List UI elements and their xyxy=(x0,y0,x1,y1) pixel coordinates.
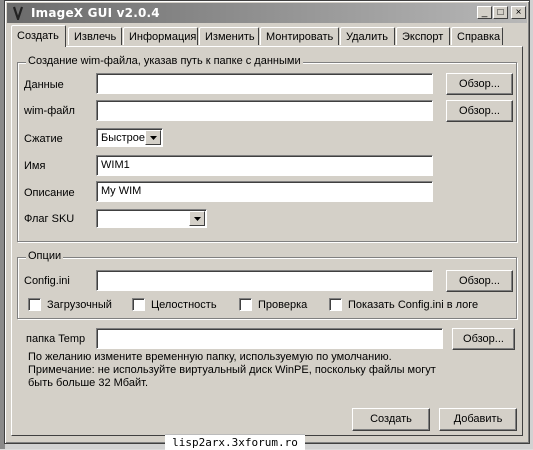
verify-label: Проверка xyxy=(258,298,308,311)
tab-mount[interactable]: Монтировать xyxy=(260,27,339,45)
app-icon xyxy=(11,6,25,23)
tab-delete[interactable]: Удалить xyxy=(340,27,395,45)
tab-extract[interactable]: Извлечь xyxy=(68,27,122,45)
description-label: Описание xyxy=(24,187,75,199)
config-ini-input[interactable] xyxy=(96,270,433,291)
maximize-icon: □ xyxy=(497,6,504,18)
temp-folder-label: папка Temp xyxy=(26,333,86,345)
temp-browse-button[interactable]: Обзор... xyxy=(452,328,515,350)
wim-file-label: wim-файл xyxy=(24,105,75,117)
wim-file-input[interactable] xyxy=(96,100,433,121)
add-button[interactable]: Добавить xyxy=(439,408,517,431)
sku-flag-label: Флаг SKU xyxy=(24,213,75,225)
tab-info[interactable]: Информация xyxy=(123,27,198,45)
show-config-label: Показать Config.ini в логе xyxy=(348,298,479,311)
config-browse-button[interactable]: Обзор... xyxy=(446,270,513,292)
data-browse-button[interactable]: Обзор... xyxy=(446,73,513,95)
bootable-checkbox[interactable]: Загрузочный xyxy=(28,298,112,311)
checkbox-box[interactable] xyxy=(329,298,342,311)
chevron-down-icon[interactable] xyxy=(189,211,205,226)
options-group-legend: Опции xyxy=(26,250,64,262)
tab-create[interactable]: Создать xyxy=(11,25,66,47)
minimize-icon: _ xyxy=(481,6,488,18)
window-title: ImageX GUI v2.0.4 xyxy=(31,6,160,20)
watermark-text: lisp2arx.3xforum.ro xyxy=(165,434,305,450)
compression-label: Сжатие xyxy=(24,133,63,145)
temp-folder-input[interactable] xyxy=(96,328,443,349)
data-label: Данные xyxy=(24,79,64,91)
create-group-legend: Создание wim-файла, указав путь к папке … xyxy=(26,55,303,67)
close-icon: × xyxy=(515,6,522,18)
sku-flag-select[interactable] xyxy=(96,209,207,228)
main-window: ImageX GUI v2.0.4 _ □ × Создать Извлечь … xyxy=(4,0,530,444)
config-ini-label: Config.ini xyxy=(24,275,70,287)
show-config-checkbox[interactable]: Показать Config.ini в логе xyxy=(329,298,478,311)
note-line: По желанию измените временную папку, исп… xyxy=(28,351,392,363)
tab-export[interactable]: Экспорт xyxy=(396,27,450,45)
chevron-down-icon[interactable] xyxy=(145,130,161,145)
create-button[interactable]: Создать xyxy=(352,408,430,431)
tab-help[interactable]: Справка xyxy=(451,27,503,45)
description-input[interactable]: My WIM xyxy=(96,181,433,202)
close-button[interactable]: × xyxy=(511,6,526,19)
checkbox-box[interactable] xyxy=(28,298,41,311)
integrity-label: Целостность xyxy=(151,298,217,311)
checkbox-box[interactable] xyxy=(132,298,145,311)
checkbox-box[interactable] xyxy=(239,298,252,311)
compression-select[interactable]: Быстрое xyxy=(96,128,163,147)
note-line: быть больше 32 Мбайт. xyxy=(28,377,148,389)
name-input[interactable]: WIM1 xyxy=(96,155,433,176)
wim-browse-button[interactable]: Обзор... xyxy=(446,100,513,122)
bootable-label: Загрузочный xyxy=(47,298,112,311)
minimize-button[interactable]: _ xyxy=(477,6,492,19)
temp-folder-note: По желанию измените временную папку, исп… xyxy=(28,351,478,390)
tab-modify[interactable]: Изменить xyxy=(199,27,259,45)
title-bar[interactable]: ImageX GUI v2.0.4 _ □ × xyxy=(7,3,527,23)
integrity-checkbox[interactable]: Целостность xyxy=(132,298,217,311)
verify-checkbox[interactable]: Проверка xyxy=(239,298,307,311)
note-line: Примечание: не используйте виртуальный д… xyxy=(28,364,436,376)
data-path-input[interactable] xyxy=(96,73,433,94)
name-label: Имя xyxy=(24,160,46,172)
maximize-button[interactable]: □ xyxy=(493,6,508,19)
compression-value: Быстрое xyxy=(101,132,146,144)
